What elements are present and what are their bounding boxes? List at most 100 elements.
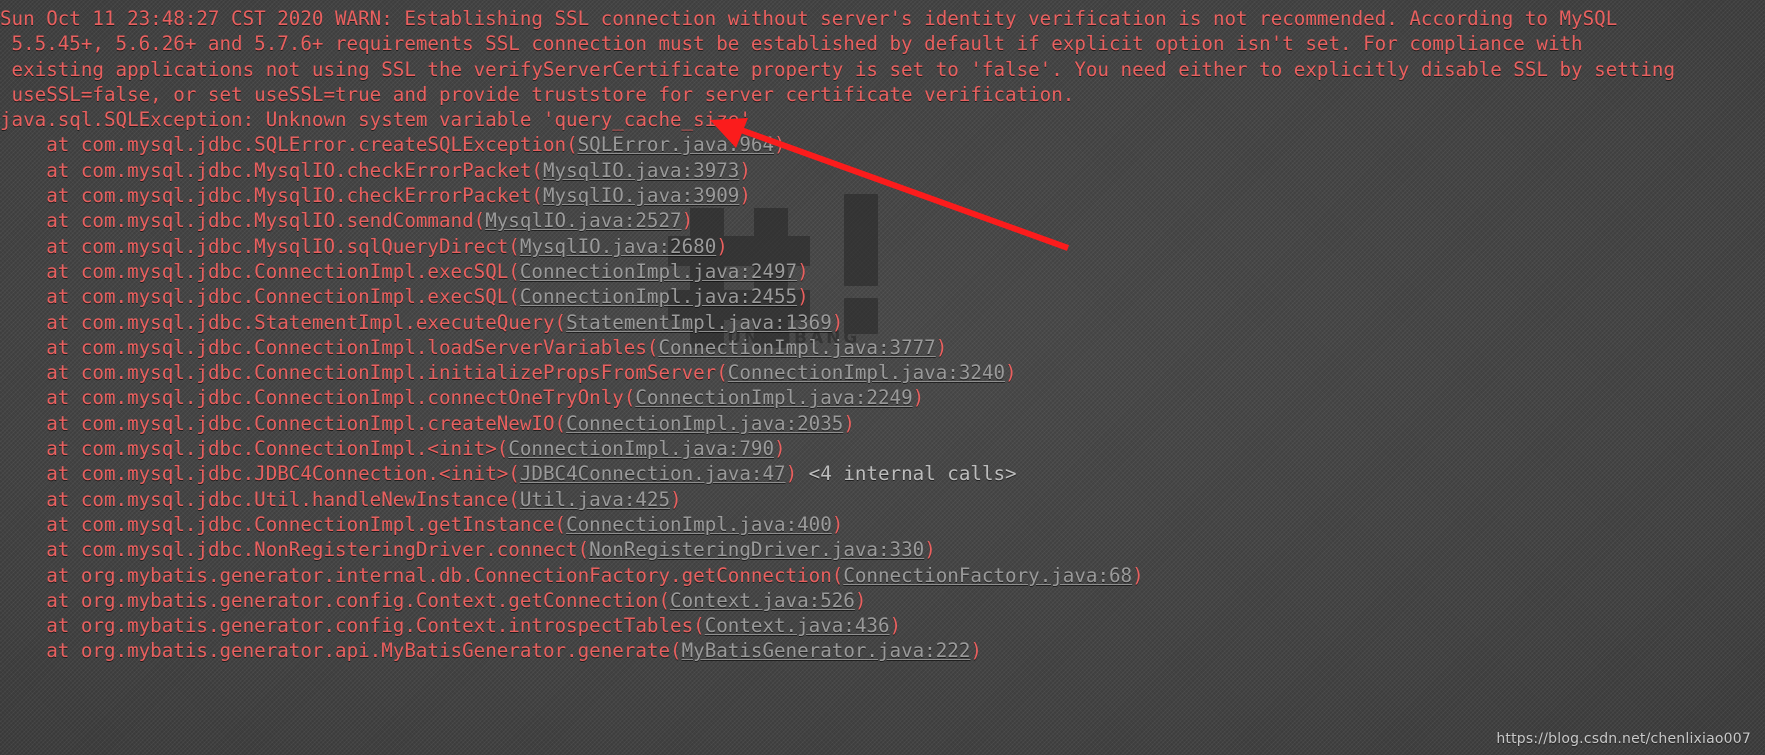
stack-frame-file-link[interactable]: Context.java:526 <box>670 589 855 612</box>
stack-trace-line: at com.mysql.jdbc.JDBC4Connection.<init>… <box>0 461 1765 486</box>
stack-frame-file-link[interactable]: MysqlIO.java:2527 <box>485 209 681 232</box>
stack-frame-method: at com.mysql.jdbc.Util.handleNewInstance <box>46 487 509 511</box>
close-paren: ) <box>774 133 786 157</box>
open-paren: ( <box>623 386 636 410</box>
stack-frame-method: at com.mysql.jdbc.NonRegisteringDriver.c… <box>46 538 578 562</box>
stack-frame-file-link[interactable]: MysqlIO.java:2680 <box>520 235 716 258</box>
stack-trace-line: at com.mysql.jdbc.ConnectionImpl.initial… <box>0 360 1765 385</box>
warning-line: useSSL=false, or set useSSL=true and pro… <box>0 82 1075 106</box>
stack-trace-line: at com.mysql.jdbc.Util.handleNewInstance… <box>0 487 1765 512</box>
stack-frame-method: at org.mybatis.generator.config.Context.… <box>46 614 694 638</box>
close-paren: ) <box>889 614 902 638</box>
stack-trace-line: at com.mysql.jdbc.ConnectionImpl.createN… <box>0 411 1765 436</box>
stack-trace-line: at org.mybatis.generator.config.Context.… <box>0 613 1765 638</box>
stack-trace-line: at com.mysql.jdbc.NonRegisteringDriver.c… <box>0 537 1765 562</box>
stack-frame-method: at com.mysql.jdbc.MysqlIO.checkErrorPack… <box>46 158 532 182</box>
stack-frame-file-link[interactable]: Context.java:436 <box>705 614 890 637</box>
close-paren: ) <box>774 437 786 461</box>
close-paren: ) <box>681 209 694 233</box>
open-paren: ( <box>508 285 520 309</box>
stack-frame-file-link[interactable]: MysqlIO.java:3973 <box>543 159 739 182</box>
stack-trace-line: at com.mysql.jdbc.SQLError.createSQLExce… <box>0 132 1765 157</box>
stack-frame-method: at org.mybatis.generator.config.Context.… <box>46 588 659 612</box>
stack-trace-line: at com.mysql.jdbc.MysqlIO.checkErrorPack… <box>0 183 1765 208</box>
close-paren: ) <box>970 639 982 663</box>
close-paren: ) <box>831 512 844 536</box>
close-paren: ) <box>831 310 844 334</box>
stack-frame-file-link[interactable]: ConnectionImpl.java:790 <box>508 437 774 460</box>
stack-frame-method: at com.mysql.jdbc.ConnectionImpl.initial… <box>46 361 717 385</box>
close-paren: ) <box>912 386 925 410</box>
close-paren: ) <box>670 487 682 511</box>
stack-frame-file-link[interactable]: ConnectionImpl.java:3777 <box>658 336 935 359</box>
open-paren: ( <box>508 462 520 486</box>
stack-frame-method: at com.mysql.jdbc.ConnectionImpl.getInst… <box>46 512 555 536</box>
stack-trace-line: at com.mysql.jdbc.StatementImpl.executeQ… <box>0 310 1765 335</box>
close-paren: ) <box>924 538 936 562</box>
open-paren: ( <box>658 588 671 612</box>
close-paren: ) <box>1005 361 1017 385</box>
stack-frame-file-link[interactable]: Util.java:425 <box>520 488 670 511</box>
stack-frame-file-link[interactable]: ConnectionImpl.java:2455 <box>520 285 797 308</box>
close-paren: ) <box>785 462 798 486</box>
console-output: Sun Oct 11 23:48:27 CST 2020 WARN: Estab… <box>0 0 1765 755</box>
close-paren: ) <box>854 588 867 612</box>
exception-header: java.sql.SQLException: Unknown system va… <box>0 108 751 132</box>
open-paren: ( <box>716 361 728 385</box>
close-paren: ) <box>739 184 751 208</box>
open-paren: ( <box>531 184 543 208</box>
stack-frame-method: at org.mybatis.generator.internal.db.Con… <box>46 563 832 587</box>
open-paren: ( <box>566 133 578 157</box>
stack-frame-file-link[interactable]: MyBatisGenerator.java:222 <box>682 639 971 662</box>
close-paren: ) <box>797 285 809 309</box>
stack-frame-method: at com.mysql.jdbc.MysqlIO.checkErrorPack… <box>46 184 532 208</box>
open-paren: ( <box>646 335 659 359</box>
stack-frame-method: at com.mysql.jdbc.ConnectionImpl.loadSer… <box>46 335 647 359</box>
stack-trace-line: at com.mysql.jdbc.ConnectionImpl.connect… <box>0 385 1765 410</box>
stack-frame-file-link[interactable]: ConnectionImpl.java:2249 <box>635 386 912 409</box>
stack-trace-line: at com.mysql.jdbc.MysqlIO.checkErrorPack… <box>0 158 1765 183</box>
stack-frame-method: at com.mysql.jdbc.ConnectionImpl.execSQL <box>46 285 509 309</box>
stack-frame-file-link[interactable]: MysqlIO.java:3909 <box>543 184 739 207</box>
stack-frame-file-link[interactable]: ConnectionImpl.java:400 <box>566 513 832 536</box>
stack-frame-file-link[interactable]: NonRegisteringDriver.java:330 <box>589 538 924 561</box>
open-paren: ( <box>496 437 509 461</box>
stack-trace-line: at com.mysql.jdbc.ConnectionImpl.<init>(… <box>0 436 1765 461</box>
stack-frame-method: at com.mysql.jdbc.ConnectionImpl.connect… <box>46 386 624 410</box>
open-paren: ( <box>577 538 590 562</box>
stack-frame-file-link[interactable]: ConnectionFactory.java:68 <box>843 564 1132 587</box>
stack-frame-file-link[interactable]: ConnectionImpl.java:3240 <box>728 361 1005 384</box>
terminal-window: CRUNCHBANG Sun Oct 11 23:48:27 CST 2020 … <box>0 0 1765 755</box>
stack-frame-method: at com.mysql.jdbc.JDBC4Connection.<init> <box>46 462 509 486</box>
stack-frame-file-link[interactable]: StatementImpl.java:1369 <box>566 311 832 334</box>
stack-frame-method: at com.mysql.jdbc.StatementImpl.executeQ… <box>46 310 555 334</box>
stack-frame-file-link[interactable]: JDBC4Connection.java:47 <box>520 462 786 485</box>
stack-trace-line: at org.mybatis.generator.api.MyBatisGene… <box>0 638 1765 663</box>
open-paren: ( <box>670 639 682 663</box>
stack-frame-method: at com.mysql.jdbc.MysqlIO.sendCommand <box>46 209 474 233</box>
close-paren: ) <box>716 234 728 258</box>
open-paren: ( <box>508 259 520 283</box>
stack-trace-line: at com.mysql.jdbc.MysqlIO.sendCommand(My… <box>0 208 1765 233</box>
stack-frame-method: at com.mysql.jdbc.SQLError.createSQLExce… <box>46 133 567 157</box>
blog-watermark: https://blog.csdn.net/chenlixiao007 <box>1496 731 1751 747</box>
warning-line: existing applications not using SSL the … <box>0 57 1676 81</box>
open-paren: ( <box>554 512 567 536</box>
close-paren: ) <box>843 411 855 435</box>
open-paren: ( <box>473 209 486 233</box>
open-paren: ( <box>554 310 567 334</box>
stack-trace-line: at com.mysql.jdbc.ConnectionImpl.execSQL… <box>0 284 1765 309</box>
warning-line: 5.5.45+, 5.6.26+ and 5.7.6+ requirements… <box>0 32 1583 56</box>
close-paren: ) <box>739 158 751 182</box>
stack-frame-method: at com.mysql.jdbc.ConnectionImpl.execSQL <box>46 259 509 283</box>
stack-trace-line: at com.mysql.jdbc.ConnectionImpl.getInst… <box>0 512 1765 537</box>
warning-line: Sun Oct 11 23:48:27 CST 2020 WARN: Estab… <box>0 7 1618 30</box>
close-paren: ) <box>797 259 809 283</box>
stack-frame-file-link[interactable]: SQLError.java:964 <box>578 133 774 156</box>
stack-frame-file-link[interactable]: ConnectionImpl.java:2035 <box>566 412 843 435</box>
stack-trace-line: at org.mybatis.generator.internal.db.Con… <box>0 563 1765 588</box>
close-paren: ) <box>935 335 948 359</box>
open-paren: ( <box>508 487 520 511</box>
stack-frame-file-link[interactable]: ConnectionImpl.java:2497 <box>520 260 797 283</box>
open-paren: ( <box>831 563 844 587</box>
